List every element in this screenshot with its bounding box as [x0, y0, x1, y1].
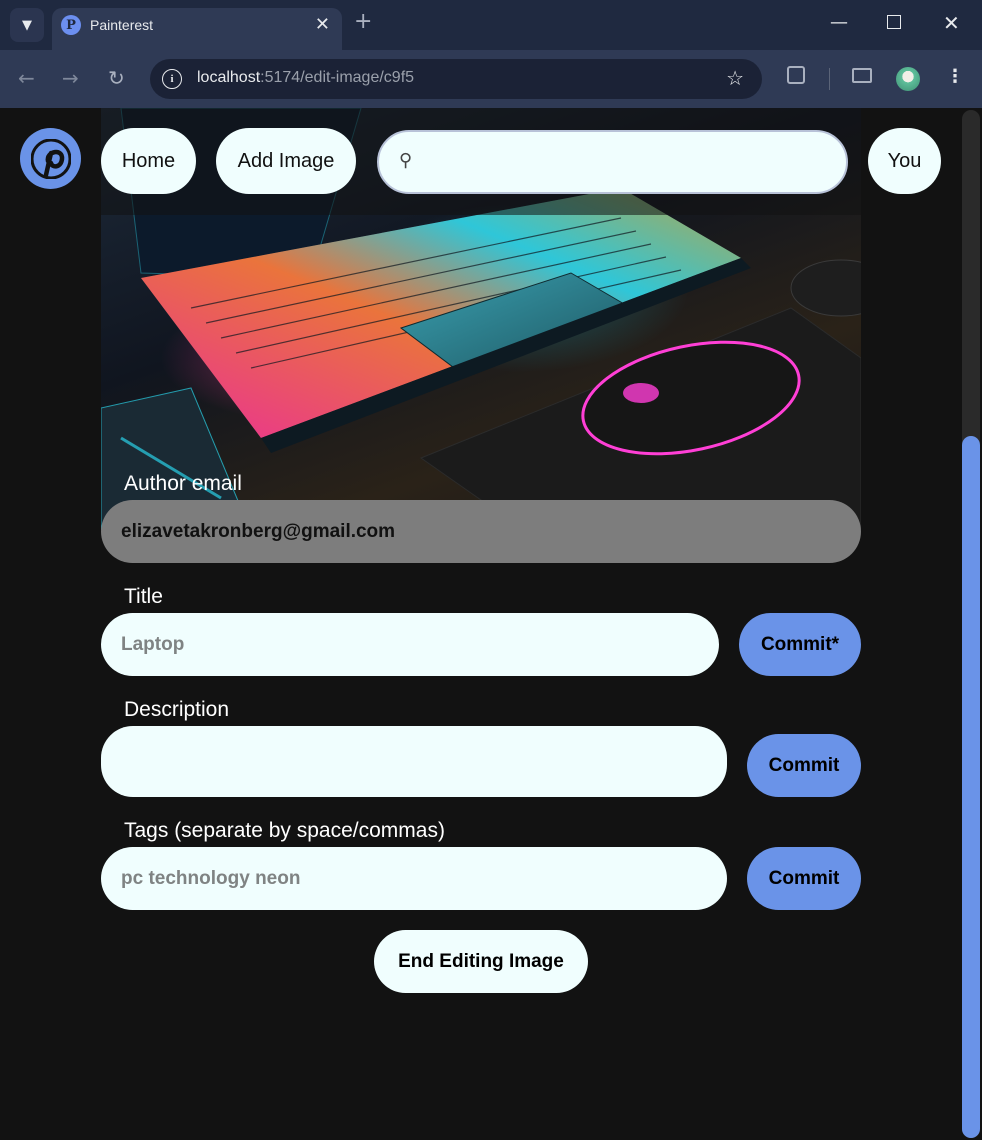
url-path: :5174/edit-image/c9f5: [260, 69, 415, 86]
page-viewport: Home Add Image ⚲ You Author email elizav…: [0, 108, 960, 1140]
reload-icon[interactable]: ↻: [108, 66, 125, 90]
site-header: Home Add Image ⚲ You: [0, 108, 960, 215]
tab-list-chevron-icon[interactable]: ▼: [10, 8, 44, 42]
title-input-wrapper[interactable]: [101, 613, 719, 676]
pinterest-p-icon: [30, 138, 71, 179]
browser-tabbar: ▼ P Painterest ✕ + — ✕: [0, 0, 982, 50]
pinterest-favicon-icon: P: [61, 15, 81, 35]
painterest-logo-icon[interactable]: [20, 128, 81, 189]
description-label: Description: [124, 698, 230, 721]
site-info-icon[interactable]: i: [162, 69, 182, 89]
extensions-puzzle-icon[interactable]: [787, 66, 805, 84]
window-close-icon[interactable]: ✕: [943, 11, 960, 35]
you-button[interactable]: You: [868, 128, 941, 194]
tags-input[interactable]: [121, 867, 727, 890]
browser-toolbar: ← → ↻ i localhost:5174/edit-image/c9f5 ☆…: [0, 50, 982, 108]
add-image-button[interactable]: Add Image: [216, 128, 356, 194]
toolbar-separator: [829, 68, 830, 90]
url-text[interactable]: localhost:5174/edit-image/c9f5: [197, 69, 414, 87]
scrollbar-thumb[interactable]: [962, 436, 980, 1138]
new-tab-plus-icon[interactable]: +: [354, 11, 372, 33]
author-email-label: Author email: [124, 472, 242, 495]
search-bar[interactable]: ⚲: [377, 130, 848, 194]
commit-description-button[interactable]: Commit: [747, 734, 861, 797]
tab-close-icon[interactable]: ✕: [315, 14, 330, 35]
description-input-wrapper[interactable]: [101, 726, 727, 797]
profile-avatar[interactable]: [896, 67, 920, 91]
back-arrow-icon[interactable]: ←: [18, 66, 35, 90]
tags-label: Tags (separate by space/commas): [124, 819, 445, 842]
address-bar[interactable]: i localhost:5174/edit-image/c9f5 ☆: [150, 59, 762, 99]
title-input[interactable]: [121, 633, 719, 656]
browser-tab[interactable]: P Painterest ✕: [52, 8, 342, 50]
author-email-field: elizavetakronberg@gmail.com: [101, 500, 861, 563]
end-editing-button[interactable]: End Editing Image: [374, 930, 588, 993]
commit-title-button[interactable]: Commit*: [739, 613, 861, 676]
bookmark-star-icon[interactable]: ☆: [726, 66, 744, 90]
description-input[interactable]: [121, 750, 727, 773]
window-minimize-icon[interactable]: —: [830, 12, 848, 33]
search-icon: ⚲: [399, 150, 413, 170]
title-label: Title: [124, 585, 163, 608]
cast-icon[interactable]: [852, 68, 872, 83]
commit-tags-button[interactable]: Commit: [747, 847, 861, 910]
browser-menu-kebab-icon[interactable]: ⋮: [946, 66, 964, 87]
forward-arrow-icon[interactable]: →: [62, 66, 79, 90]
home-button[interactable]: Home: [101, 128, 196, 194]
window-maximize-icon[interactable]: [887, 15, 901, 29]
tags-input-wrapper[interactable]: [101, 847, 727, 910]
url-host: localhost: [197, 69, 261, 86]
tab-title: Painterest: [90, 17, 154, 33]
search-input[interactable]: [427, 144, 827, 182]
